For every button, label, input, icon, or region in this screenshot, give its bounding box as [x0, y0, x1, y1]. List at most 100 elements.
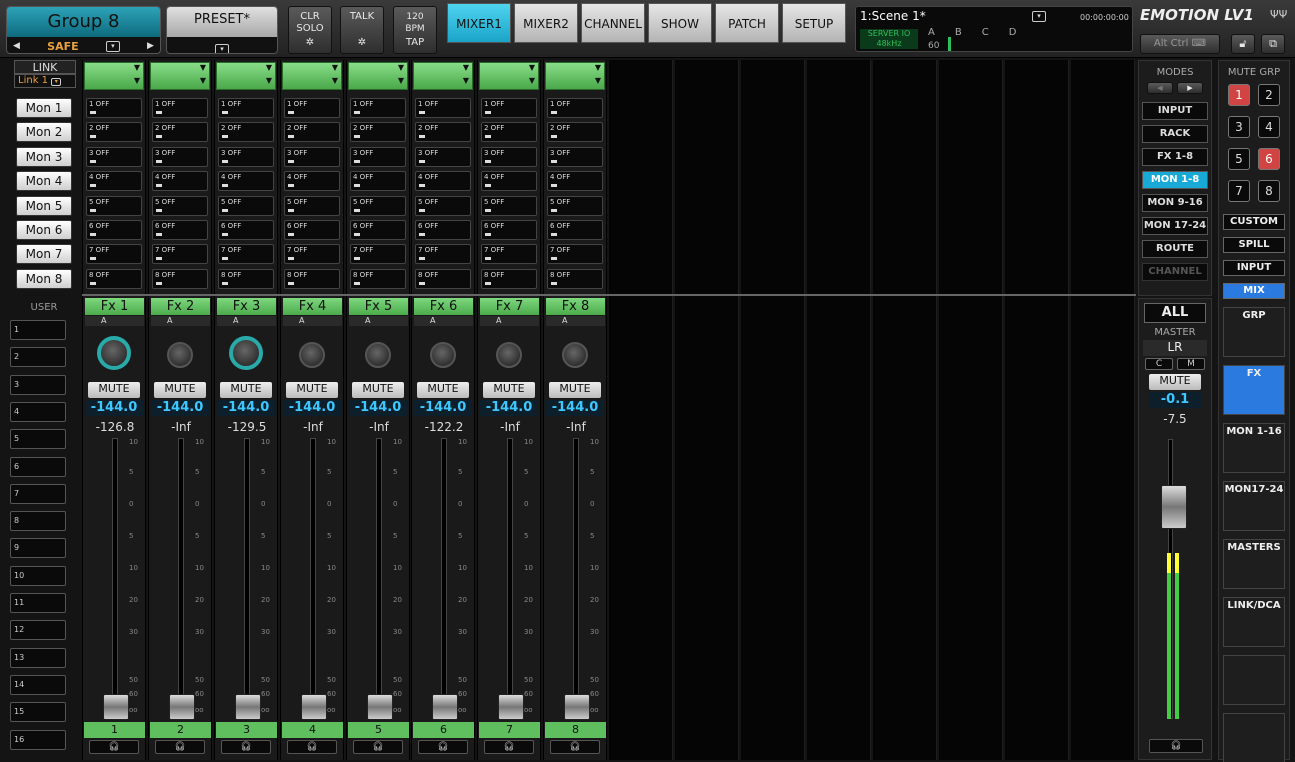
channel-fader[interactable] — [432, 694, 458, 720]
mon-send[interactable]: 2 OFF — [86, 122, 142, 143]
headphone-icon[interactable]: 🎧︎ — [221, 740, 271, 754]
gain-value[interactable]: -144.0 — [414, 400, 472, 416]
channel-fader[interactable] — [103, 694, 129, 720]
headphone-icon[interactable]: 🎧︎ — [89, 740, 139, 754]
mute-button[interactable]: MUTE — [154, 382, 206, 398]
mon-send[interactable]: 4 OFF — [547, 171, 603, 192]
view-button-input[interactable]: INPUT — [1223, 260, 1285, 276]
group-tile-grp[interactable]: GRP — [1223, 307, 1285, 357]
mon-send[interactable]: 2 OFF — [152, 122, 208, 143]
master-headphone-icon[interactable]: 🎧︎ — [1149, 739, 1203, 753]
gain-value[interactable]: -144.0 — [151, 400, 209, 416]
server-io[interactable]: SERVER IO 48kHz — [860, 29, 918, 49]
clr-solo-button[interactable]: CLR SOLO ✲ — [288, 6, 332, 54]
tab-setup[interactable]: SETUP — [782, 3, 846, 43]
pan-knob[interactable] — [229, 336, 263, 370]
mon-send[interactable]: 2 OFF — [481, 122, 537, 143]
mon-send[interactable]: 4 OFF — [284, 171, 340, 192]
mon-send[interactable]: 3 OFF — [415, 146, 471, 167]
dropdown-icon[interactable]: ▼ — [200, 63, 206, 72]
headphone-icon[interactable]: 🎧︎ — [418, 740, 468, 754]
user-button[interactable]: 9 — [10, 538, 66, 559]
master-mute-button[interactable]: MUTE — [1149, 374, 1201, 390]
user-button[interactable]: 7 — [10, 483, 66, 504]
mon-send[interactable]: 3 OFF — [152, 146, 208, 167]
mon-send[interactable]: 4 OFF — [152, 171, 208, 192]
mon-send[interactable]: 5 OFF — [218, 195, 274, 216]
group-tile-link-dca[interactable]: LINK/DCA — [1223, 597, 1285, 647]
mode-button-mon-1-8[interactable]: MON 1-8 — [1142, 171, 1208, 189]
dropdown-icon[interactable]: ▾ — [105, 40, 120, 52]
tab-patch[interactable]: PATCH — [715, 3, 779, 43]
mon-send[interactable]: 6 OFF — [284, 220, 340, 240]
dropdown-icon[interactable]: ▼ — [200, 76, 206, 85]
lock-icon[interactable]: 🔓︎ — [1231, 34, 1255, 54]
gain-value[interactable]: -144.0 — [217, 400, 275, 416]
window-icon[interactable]: ⧉ — [1261, 34, 1285, 54]
mon-send[interactable]: 8 OFF — [284, 268, 340, 289]
mute-button[interactable]: MUTE — [88, 382, 140, 398]
link-select[interactable]: Link 1 ▾ — [14, 74, 76, 88]
dropdown-icon[interactable]: ▼ — [134, 63, 140, 72]
prev-arrow-icon[interactable]: ◀ — [13, 41, 20, 51]
master-c-button[interactable]: C — [1145, 358, 1173, 370]
user-button[interactable]: 14 — [10, 674, 66, 695]
master-m-button[interactable]: M — [1177, 358, 1205, 370]
mon-send[interactable]: 1 OFF — [547, 98, 603, 118]
mode-button-route[interactable]: ROUTE — [1142, 240, 1208, 258]
gain-value[interactable]: -144.0 — [349, 400, 407, 416]
mon-send[interactable]: 5 OFF — [481, 195, 537, 216]
mon-row-button[interactable]: Mon 3 — [16, 146, 72, 167]
channel-fader[interactable] — [564, 694, 590, 720]
preset-selector[interactable]: PRESET* ▾ — [166, 6, 278, 54]
pan-knob[interactable] — [365, 342, 391, 368]
mon-send[interactable]: 7 OFF — [350, 244, 406, 265]
mon-send[interactable]: 8 OFF — [350, 268, 406, 289]
tab-channel[interactable]: CHANNEL — [581, 3, 645, 43]
dropdown-icon[interactable]: ▼ — [595, 63, 601, 72]
mon-row-button[interactable]: Mon 6 — [16, 220, 72, 240]
dropdown-icon[interactable]: ▼ — [134, 76, 140, 85]
mon-send[interactable]: 8 OFF — [152, 268, 208, 289]
mon-send[interactable]: 2 OFF — [547, 122, 603, 143]
mon-send[interactable]: 5 OFF — [152, 195, 208, 216]
mute-group-button[interactable]: 5 — [1228, 148, 1250, 170]
mute-button[interactable]: MUTE — [286, 382, 338, 398]
headphone-icon[interactable]: 🎧︎ — [155, 740, 205, 754]
dropdown-icon[interactable]: ▼ — [398, 76, 404, 85]
pan-knob[interactable] — [430, 342, 456, 368]
channel-fader[interactable] — [235, 694, 261, 720]
dropdown-icon[interactable]: ▼ — [332, 76, 338, 85]
dropdown-icon[interactable]: ▼ — [463, 76, 469, 85]
dropdown-icon[interactable]: ▾ — [215, 44, 229, 53]
channel-name[interactable]: Fx 7 — [480, 298, 539, 315]
headphone-icon[interactable]: 🎧︎ — [484, 740, 534, 754]
send-selector[interactable]: ▼ ▼ — [282, 62, 342, 90]
channel-name[interactable]: Fx 4 — [283, 298, 342, 315]
safe-label[interactable]: SAFE — [47, 40, 78, 53]
mon-send[interactable]: 3 OFF — [481, 146, 537, 167]
pan-knob[interactable] — [167, 342, 193, 368]
headphone-icon[interactable]: 🎧︎ — [353, 740, 403, 754]
mon-send[interactable]: 8 OFF — [481, 268, 537, 289]
channel-name[interactable]: Fx 2 — [151, 298, 210, 315]
mute-group-button[interactable]: 1 — [1228, 84, 1250, 106]
mute-button[interactable]: MUTE — [417, 382, 469, 398]
channel-name[interactable]: Fx 5 — [349, 298, 408, 315]
user-button[interactable]: 4 — [10, 401, 66, 422]
mon-send[interactable]: 2 OFF — [415, 122, 471, 143]
user-button[interactable]: 15 — [10, 702, 66, 723]
mon-send[interactable]: 6 OFF — [218, 220, 274, 240]
scene-dropdown-icon[interactable]: ▾ — [1032, 11, 1046, 22]
mon-send[interactable]: 4 OFF — [86, 171, 142, 192]
mon-send[interactable]: 5 OFF — [415, 195, 471, 216]
mon-send[interactable]: 2 OFF — [350, 122, 406, 143]
preset-label[interactable]: PRESET* — [167, 7, 277, 37]
mon-send[interactable]: 6 OFF — [481, 220, 537, 240]
mon-send[interactable]: 7 OFF — [86, 244, 142, 265]
send-selector[interactable]: ▼ ▼ — [216, 62, 276, 90]
mon-send[interactable]: 7 OFF — [415, 244, 471, 265]
user-button[interactable]: 12 — [10, 620, 66, 641]
mon-send[interactable]: 1 OFF — [481, 98, 537, 118]
user-button[interactable]: 11 — [10, 593, 66, 613]
